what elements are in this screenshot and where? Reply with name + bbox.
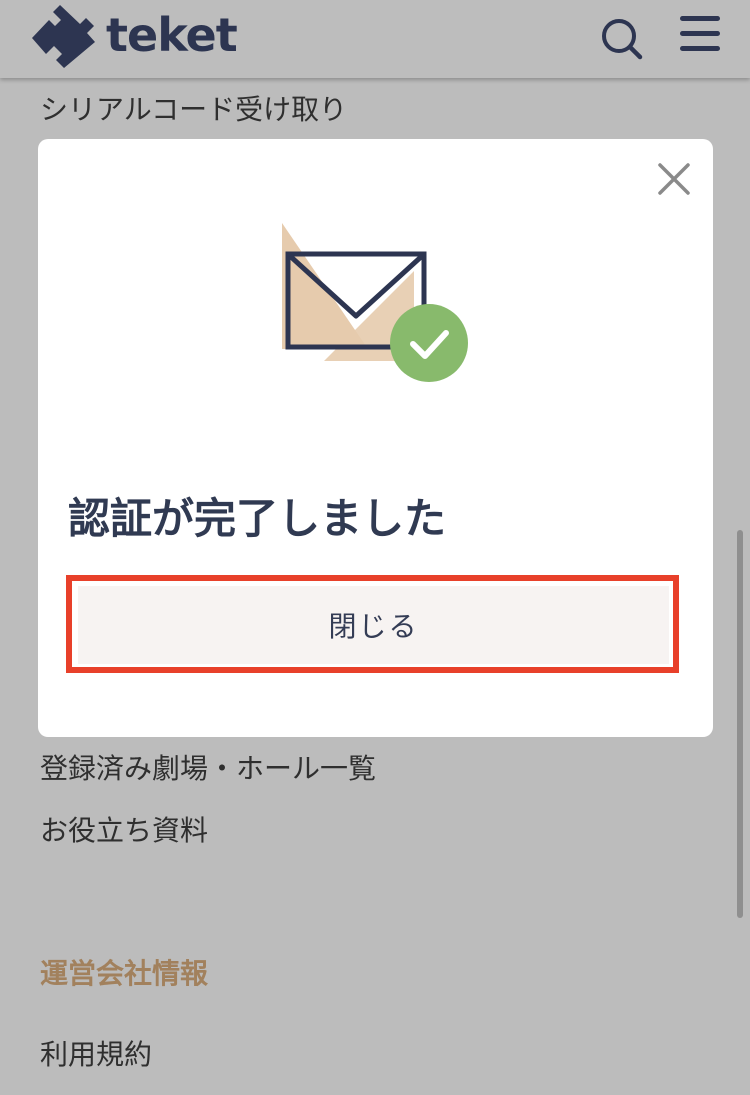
close-button[interactable]: 閉じる: [78, 586, 669, 664]
hamburger-menu-button[interactable]: [678, 14, 722, 54]
terms-link[interactable]: 利用規約: [40, 1033, 152, 1073]
site-header: teket: [0, 0, 750, 78]
resources-link[interactable]: お役立ち資料: [40, 809, 208, 849]
close-icon: [658, 163, 690, 195]
mail-verified-icon: [282, 223, 468, 382]
hamburger-menu-icon: [680, 16, 720, 21]
brand-name[interactable]: teket: [106, 8, 238, 62]
search-icon: [602, 19, 643, 60]
serial-code-link[interactable]: シリアルコード受け取り: [40, 88, 347, 128]
page-scrollbar[interactable]: [737, 530, 743, 918]
verification-dialog: 認証が完了しました 閉じる: [38, 139, 713, 737]
dialog-title: 認証が完了しました: [68, 494, 447, 543]
search-button[interactable]: [600, 16, 644, 60]
company-info-heading: 運営会社情報: [40, 957, 209, 990]
dialog-close-button[interactable]: [656, 161, 692, 197]
teket-logo-icon[interactable]: [28, 2, 100, 70]
theater-list-link[interactable]: 登録済み劇場・ホール一覧: [40, 747, 376, 787]
